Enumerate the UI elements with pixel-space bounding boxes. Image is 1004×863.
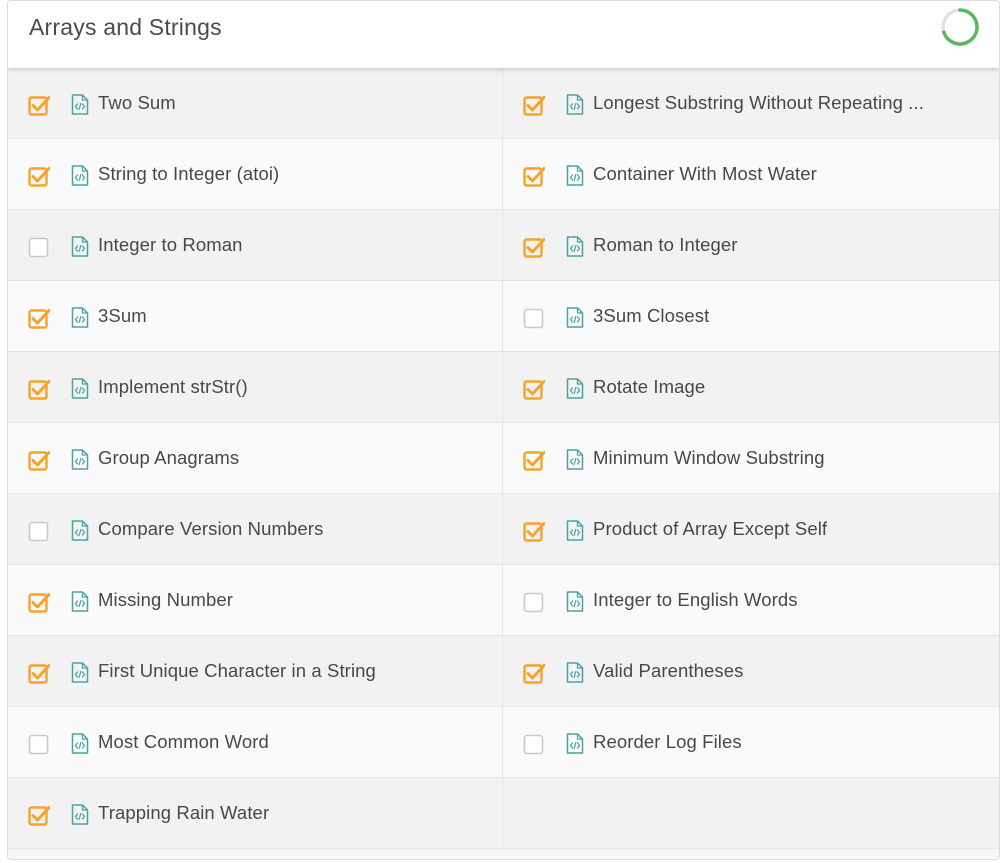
problem-title[interactable]: Rotate Image bbox=[593, 376, 705, 398]
checkbox-checked-icon[interactable] bbox=[28, 94, 50, 116]
empty-cell bbox=[503, 778, 999, 849]
problem-title[interactable]: 3Sum Closest bbox=[593, 305, 709, 327]
problem-item[interactable]: Integer to English Words bbox=[503, 565, 999, 636]
problem-item[interactable]: Compare Version Numbers bbox=[8, 494, 503, 565]
problem-item[interactable]: Valid Parentheses bbox=[503, 636, 999, 707]
checkbox-checked-icon[interactable] bbox=[28, 662, 50, 684]
problem-title[interactable]: Two Sum bbox=[98, 92, 176, 114]
problem-item[interactable]: Most Common Word bbox=[8, 707, 503, 778]
problem-item[interactable]: Integer to Roman bbox=[8, 210, 503, 281]
problem-item[interactable]: Group Anagrams bbox=[8, 423, 503, 494]
problem-title[interactable]: Group Anagrams bbox=[98, 447, 239, 469]
checkbox-empty-icon[interactable] bbox=[523, 733, 545, 755]
problem-item[interactable]: String to Integer (atoi) bbox=[8, 139, 503, 210]
code-file-icon bbox=[566, 733, 584, 754]
code-file-icon bbox=[71, 165, 89, 186]
code-file-icon bbox=[566, 165, 584, 186]
problem-item[interactable]: First Unique Character in a String bbox=[8, 636, 503, 707]
problem-title[interactable]: Missing Number bbox=[98, 589, 233, 611]
problem-item[interactable]: Rotate Image bbox=[503, 352, 999, 423]
code-file-icon bbox=[566, 236, 584, 257]
problem-title[interactable]: Minimum Window Substring bbox=[593, 447, 825, 469]
problem-item[interactable]: Longest Substring Without Repeating ... bbox=[503, 68, 999, 139]
problem-item[interactable]: Implement strStr() bbox=[8, 352, 503, 423]
problem-title[interactable]: Valid Parentheses bbox=[593, 660, 743, 682]
code-file-icon bbox=[71, 378, 89, 399]
checkbox-checked-icon[interactable] bbox=[28, 804, 50, 826]
checkbox-empty-icon[interactable] bbox=[523, 307, 545, 329]
checkbox-empty-icon[interactable] bbox=[523, 591, 545, 613]
problem-item[interactable]: Roman to Integer bbox=[503, 210, 999, 281]
code-file-icon bbox=[71, 236, 89, 257]
problem-item[interactable]: Trapping Rain Water bbox=[8, 778, 503, 849]
code-file-icon bbox=[71, 520, 89, 541]
problem-grid: Two Sum Longest Substring Without Repeat… bbox=[8, 68, 999, 849]
checkbox-checked-icon[interactable] bbox=[28, 307, 50, 329]
section-title: Arrays and Strings bbox=[29, 14, 222, 40]
problem-title[interactable]: Longest Substring Without Repeating ... bbox=[593, 92, 924, 114]
code-file-icon bbox=[566, 449, 584, 470]
problem-title[interactable]: Container With Most Water bbox=[593, 163, 817, 185]
problem-item[interactable]: Missing Number bbox=[8, 565, 503, 636]
problem-title[interactable]: Integer to Roman bbox=[98, 234, 243, 256]
checkbox-empty-icon[interactable] bbox=[28, 236, 50, 258]
checkbox-checked-icon[interactable] bbox=[28, 378, 50, 400]
checkbox-checked-icon[interactable] bbox=[28, 165, 50, 187]
checkbox-checked-icon[interactable] bbox=[523, 662, 545, 684]
code-file-icon bbox=[566, 307, 584, 328]
code-file-icon bbox=[71, 733, 89, 754]
problem-title[interactable]: Product of Array Except Self bbox=[593, 518, 827, 540]
code-file-icon bbox=[566, 662, 584, 683]
problem-item[interactable]: 3Sum bbox=[8, 281, 503, 352]
problem-item[interactable]: Minimum Window Substring bbox=[503, 423, 999, 494]
checkbox-checked-icon[interactable] bbox=[28, 449, 50, 471]
problem-item[interactable]: Product of Array Except Self bbox=[503, 494, 999, 565]
problem-title[interactable]: Compare Version Numbers bbox=[98, 518, 323, 540]
checkbox-empty-icon[interactable] bbox=[28, 520, 50, 542]
code-file-icon bbox=[71, 94, 89, 115]
problem-title[interactable]: Integer to English Words bbox=[593, 589, 798, 611]
problem-title[interactable]: Reorder Log Files bbox=[593, 731, 742, 753]
code-file-icon bbox=[566, 520, 584, 541]
checkbox-empty-icon[interactable] bbox=[28, 733, 50, 755]
checkbox-checked-icon[interactable] bbox=[523, 449, 545, 471]
checkbox-checked-icon[interactable] bbox=[523, 520, 545, 542]
section-header[interactable]: Arrays and Strings bbox=[8, 1, 999, 68]
code-file-icon bbox=[566, 94, 584, 115]
problem-title[interactable]: Trapping Rain Water bbox=[98, 802, 269, 824]
problem-title[interactable]: Roman to Integer bbox=[593, 234, 738, 256]
code-file-icon bbox=[566, 378, 584, 399]
problem-title[interactable]: First Unique Character in a String bbox=[98, 660, 376, 682]
code-file-icon bbox=[71, 591, 89, 612]
code-file-icon bbox=[71, 449, 89, 470]
checkbox-checked-icon[interactable] bbox=[523, 165, 545, 187]
checkbox-checked-icon[interactable] bbox=[523, 378, 545, 400]
section-card: Arrays and Strings Two Sum Longest Subst… bbox=[7, 0, 1000, 860]
code-file-icon bbox=[71, 307, 89, 328]
problem-title[interactable]: Implement strStr() bbox=[98, 376, 248, 398]
problem-title[interactable]: Most Common Word bbox=[98, 731, 269, 753]
checkbox-checked-icon[interactable] bbox=[523, 236, 545, 258]
problem-title[interactable]: String to Integer (atoi) bbox=[98, 163, 279, 185]
checkbox-checked-icon[interactable] bbox=[28, 591, 50, 613]
problem-item[interactable]: Two Sum bbox=[8, 68, 503, 139]
checkbox-checked-icon[interactable] bbox=[523, 94, 545, 116]
problem-title[interactable]: 3Sum bbox=[98, 305, 147, 327]
problem-item[interactable]: Container With Most Water bbox=[503, 139, 999, 210]
problem-item[interactable]: 3Sum Closest bbox=[503, 281, 999, 352]
code-file-icon bbox=[71, 662, 89, 683]
code-file-icon bbox=[566, 591, 584, 612]
progress-ring bbox=[941, 8, 979, 46]
code-file-icon bbox=[71, 804, 89, 825]
problem-item[interactable]: Reorder Log Files bbox=[503, 707, 999, 778]
